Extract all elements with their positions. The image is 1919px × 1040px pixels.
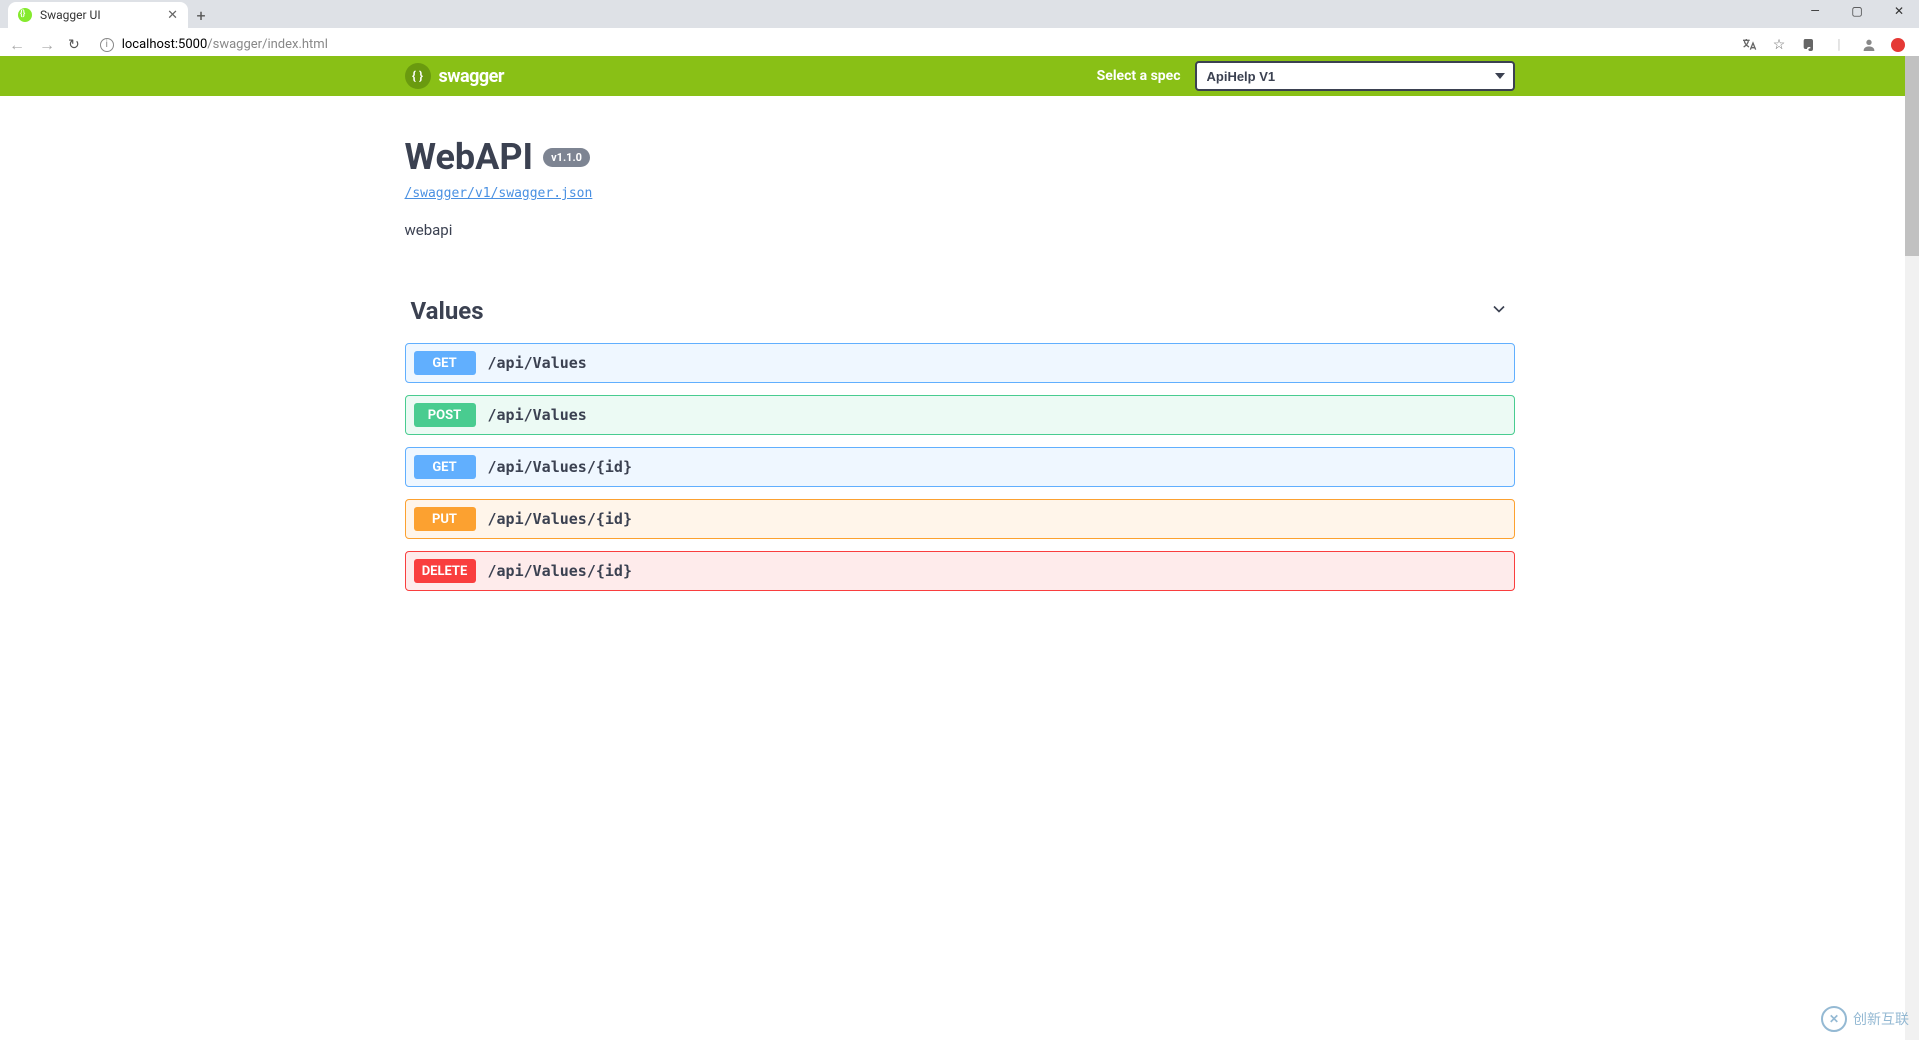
scrollbar-track[interactable] [1905, 56, 1919, 1040]
operations-list: GET/api/ValuesPOST/api/ValuesGET/api/Val… [405, 343, 1515, 591]
chevron-down-icon [1489, 299, 1509, 324]
swagger-favicon-icon [18, 8, 32, 22]
forward-button[interactable]: → [38, 35, 56, 55]
method-badge: GET [414, 351, 476, 375]
method-badge: POST [414, 403, 476, 427]
evernote-icon[interactable] [1801, 37, 1817, 53]
operation-path: /api/Values [488, 354, 587, 372]
method-badge: GET [414, 455, 476, 479]
method-badge: PUT [414, 507, 476, 531]
profile-icon[interactable] [1861, 37, 1877, 53]
window-maximize-icon[interactable]: ▢ [1843, 4, 1871, 18]
window-minimize-icon[interactable]: — [1801, 4, 1829, 18]
swagger-logo[interactable]: { } swagger [405, 63, 504, 89]
operation-delete[interactable]: DELETE/api/Values/{id} [405, 551, 1515, 591]
tag-name: Values [411, 297, 484, 325]
tab-close-icon[interactable]: ✕ [167, 8, 178, 23]
operation-get[interactable]: GET/api/Values [405, 343, 1515, 383]
url-path: /swagger/index.html [207, 37, 328, 52]
operation-put[interactable]: PUT/api/Values/{id} [405, 499, 1515, 539]
spec-label: Select a spec [1097, 68, 1181, 84]
url-host: localhost:5000 [122, 37, 208, 52]
reload-button[interactable]: ↻ [68, 37, 80, 53]
site-info-icon[interactable]: i [100, 38, 114, 52]
translate-icon[interactable] [1741, 37, 1757, 53]
scrollbar-thumb[interactable] [1905, 56, 1919, 256]
operation-post[interactable]: POST/api/Values [405, 395, 1515, 435]
operation-path: /api/Values/{id} [488, 510, 633, 528]
window-controls: — ▢ ✕ [1801, 4, 1913, 18]
watermark: ✕ 创新互联 [1821, 1006, 1909, 1032]
api-description: webapi [405, 221, 1515, 239]
window-close-icon[interactable]: ✕ [1885, 4, 1913, 18]
browser-tab[interactable]: Swagger UI ✕ [8, 2, 188, 28]
operation-path: /api/Values [488, 406, 587, 424]
api-title-text: WebAPI [405, 136, 534, 178]
version-badge: v1.1.0 [543, 148, 590, 167]
spec-select[interactable]: ApiHelp V1 [1195, 61, 1515, 91]
swagger-logo-text: swagger [439, 66, 504, 87]
tag-header[interactable]: Values [405, 289, 1515, 333]
api-title: WebAPI v1.1.0 [405, 136, 1515, 178]
swagger-logo-icon: { } [405, 63, 431, 89]
swagger-json-link[interactable]: /swagger/v1/swagger.json [405, 186, 593, 201]
new-tab-button[interactable]: + [188, 2, 214, 28]
operation-path: /api/Values/{id} [488, 458, 633, 476]
operation-path: /api/Values/{id} [488, 562, 633, 580]
method-badge: DELETE [414, 559, 476, 583]
swagger-topbar: { } swagger Select a spec ApiHelp V1 [0, 56, 1919, 96]
tab-bar: Swagger UI ✕ + [0, 0, 1919, 28]
tag-section: Values GET/api/ValuesPOST/api/ValuesGET/… [405, 289, 1515, 591]
url-bar[interactable]: i localhost:5000/swagger/index.html [92, 37, 1729, 52]
main-content: WebAPI v1.1.0 /swagger/v1/swagger.json w… [405, 96, 1515, 643]
star-icon[interactable]: ☆ [1771, 37, 1787, 53]
watermark-text: 创新互联 [1853, 1009, 1909, 1029]
operation-get[interactable]: GET/api/Values/{id} [405, 447, 1515, 487]
extension-icons: ☆ | [1741, 37, 1911, 53]
spec-selector: Select a spec ApiHelp V1 [1097, 61, 1515, 91]
divider: | [1831, 37, 1847, 53]
watermark-icon: ✕ [1821, 1006, 1847, 1032]
tab-title: Swagger UI [40, 8, 101, 22]
adblock-icon[interactable] [1891, 38, 1905, 52]
browser-chrome: — ▢ ✕ Swagger UI ✕ + ← → ↻ i localhost:5… [0, 0, 1919, 56]
back-button[interactable]: ← [8, 35, 26, 55]
